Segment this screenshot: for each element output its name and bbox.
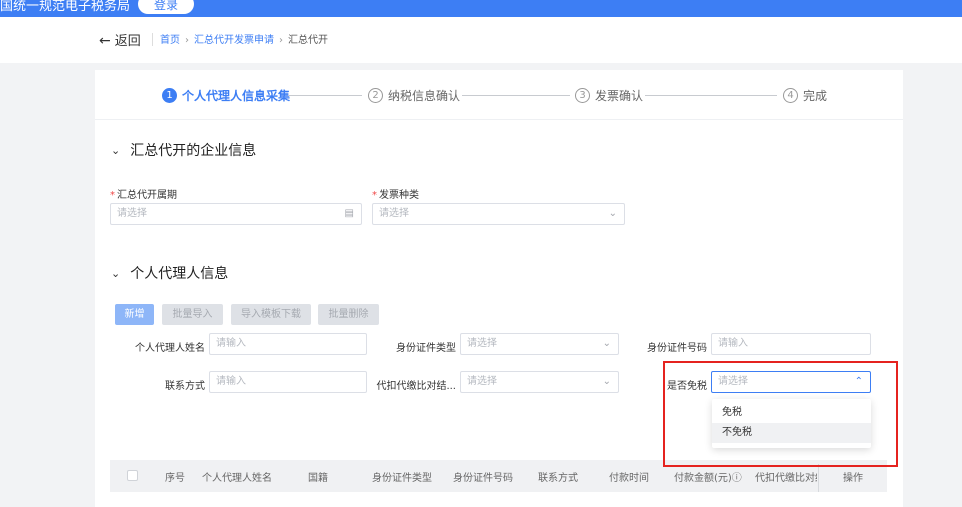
- agent-name-placeholder: 请输入: [216, 338, 246, 349]
- page-header: ← 返回 首页 › 汇总代开发票申请 › 汇总代开: [0, 17, 962, 63]
- period-placeholder: 请选择: [117, 208, 147, 219]
- breadcrumb: 首页 › 汇总代开发票申请 › 汇总代开: [160, 31, 328, 46]
- section-enterprise-info[interactable]: ⌄ 汇总代开的企业信息: [111, 140, 256, 160]
- contact-input[interactable]: 请输入: [209, 371, 367, 393]
- section-title: 个人代理人信息: [130, 266, 229, 282]
- step-number: 3: [575, 87, 590, 103]
- login-button[interactable]: 登录: [138, 0, 194, 14]
- invoice-type-select[interactable]: 请选择 ⌄: [372, 203, 625, 225]
- tax-exempt-label: 是否免税: [667, 381, 707, 392]
- section-agent-info[interactable]: ⌄ 个人代理人信息: [111, 263, 228, 283]
- template-download-button[interactable]: 导入模板下载: [231, 304, 311, 325]
- chevron-down-icon: ⌄: [608, 208, 617, 219]
- step-label: 纳税信息确认: [388, 88, 461, 103]
- id-type-label: 身份证件类型: [396, 343, 456, 354]
- id-type-placeholder: 请选择: [467, 338, 497, 349]
- main-card: 1 个人代理人信息采集 2 纳税信息确认 3 发票确认 4 完成 ⌄ 汇总代开的…: [95, 70, 903, 507]
- column-header[interactable]: 付款金额(元)ⓘ: [674, 469, 742, 484]
- back-button[interactable]: ← 返回: [99, 30, 141, 49]
- chevron-down-icon: ⌄: [111, 143, 121, 157]
- header-divider: [152, 33, 153, 46]
- section-title: 汇总代开的企业信息: [130, 143, 257, 159]
- withhold-compare-select[interactable]: 请选择 ⌄: [460, 371, 619, 393]
- tax-exempt-select[interactable]: 请选择 ⌃: [711, 371, 871, 393]
- step-2: 2 纳税信息确认: [368, 86, 460, 104]
- breadcrumb-home[interactable]: 首页: [160, 35, 180, 46]
- step-1: 1 个人代理人信息采集: [162, 86, 290, 104]
- column-divider: [818, 464, 819, 492]
- contact-label: 联系方式: [165, 381, 205, 392]
- column-header[interactable]: 代扣代缴比对结: [755, 469, 817, 484]
- invoice-type-label: * 发票种类: [372, 190, 419, 201]
- column-header[interactable]: 联系方式: [538, 469, 578, 484]
- id-type-select[interactable]: 请选择 ⌄: [460, 333, 619, 355]
- step-3: 3 发票确认: [575, 86, 643, 104]
- option-tax-exempt[interactable]: 免税: [712, 403, 871, 423]
- column-header[interactable]: 个人代理人姓名: [202, 469, 272, 484]
- add-button[interactable]: 新增: [115, 304, 154, 325]
- column-header[interactable]: 操作: [843, 469, 863, 484]
- chevron-up-icon: ⌃: [854, 376, 863, 387]
- breadcrumb-separator: ›: [279, 35, 283, 46]
- id-number-placeholder: 请输入: [718, 338, 748, 349]
- step-label: 完成: [803, 88, 828, 103]
- column-header[interactable]: 付款时间: [609, 469, 649, 484]
- withhold-compare-label: 代扣代缴比对结...: [376, 381, 456, 392]
- batch-delete-button[interactable]: 批量删除: [318, 304, 379, 325]
- batch-import-button[interactable]: 批量导入: [162, 304, 223, 325]
- table-header: 序号 个人代理人姓名 国籍 身份证件类型 身份证件号码 联系方式 付款时间 付款…: [110, 460, 887, 492]
- period-label: * 汇总代开属期: [110, 190, 177, 201]
- chevron-down-icon: ⌄: [111, 266, 121, 280]
- chevron-down-icon: ⌄: [602, 376, 611, 387]
- column-header[interactable]: 国籍: [308, 469, 328, 484]
- step-label: 发票确认: [595, 88, 644, 103]
- withhold-compare-placeholder: 请选择: [467, 376, 497, 387]
- required-mark: *: [372, 190, 377, 201]
- agent-name-label: 个人代理人姓名: [135, 343, 205, 354]
- chevron-down-icon: ⌄: [602, 338, 611, 349]
- step-number: 4: [783, 87, 798, 103]
- breadcrumb-separator: ›: [185, 35, 189, 46]
- step-connector: [645, 95, 777, 96]
- column-header[interactable]: 身份证件类型: [372, 469, 432, 484]
- step-4: 4 完成: [783, 86, 827, 104]
- calendar-icon: ▤: [344, 208, 354, 219]
- step-connector: [462, 95, 570, 96]
- step-label: 个人代理人信息采集: [182, 88, 291, 103]
- top-bar: 国统一规范电子税务局 登录: [0, 0, 962, 17]
- tax-exempt-placeholder: 请选择: [718, 376, 748, 387]
- arrow-left-icon: ←: [99, 33, 111, 49]
- select-all-checkbox[interactable]: [127, 470, 138, 481]
- back-label: 返回: [114, 34, 141, 49]
- step-connector: [288, 95, 362, 96]
- breadcrumb-invoice-apply[interactable]: 汇总代开发票申请: [194, 35, 274, 46]
- site-title: 国统一规范电子税务局: [0, 0, 131, 14]
- column-header[interactable]: 序号: [165, 469, 185, 484]
- period-date-picker[interactable]: 请选择 ▤: [110, 203, 362, 225]
- step-number: 1: [162, 87, 177, 103]
- breadcrumb-current: 汇总代开: [288, 35, 328, 46]
- id-number-input[interactable]: 请输入: [711, 333, 871, 355]
- contact-placeholder: 请输入: [216, 376, 246, 387]
- invoice-type-placeholder: 请选择: [379, 208, 409, 219]
- step-indicator: 1 个人代理人信息采集 2 纳税信息确认 3 发票确认 4 完成: [95, 70, 903, 120]
- step-number: 2: [368, 87, 383, 103]
- option-not-tax-exempt[interactable]: 不免税: [712, 423, 871, 443]
- id-number-label: 身份证件号码: [647, 343, 707, 354]
- column-header[interactable]: 身份证件号码: [453, 469, 513, 484]
- required-mark: *: [110, 190, 115, 201]
- agent-name-input[interactable]: 请输入: [209, 333, 367, 355]
- tax-exempt-dropdown: 免税 不免税: [712, 399, 871, 448]
